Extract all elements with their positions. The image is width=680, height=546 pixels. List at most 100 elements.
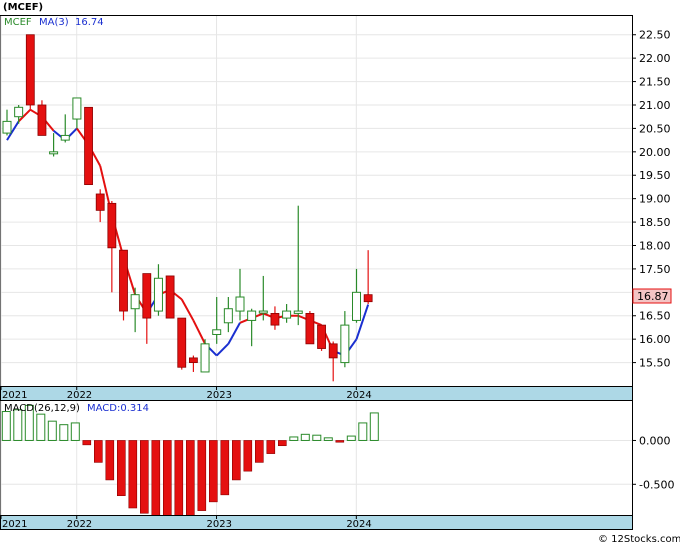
candle-body-down — [119, 249, 128, 312]
macd-bar-positive — [47, 420, 57, 441]
macd-x-tick-label: 2022 — [67, 519, 92, 530]
candle-body-up — [153, 277, 163, 312]
macd-bar-positive — [70, 422, 80, 441]
macd-bar-positive — [300, 433, 310, 441]
price-tag-value: 16.87 — [637, 290, 669, 303]
macd-bar-positive — [13, 409, 23, 441]
price-y-tick-label: 21.00 — [639, 99, 671, 112]
price-y-tick-label: 22.50 — [639, 29, 671, 42]
candle-body-up — [293, 310, 303, 314]
macd-x-tick-label: 2021 — [2, 519, 27, 530]
candle-body-down — [25, 34, 35, 106]
price-y-tick-label: 16.50 — [639, 310, 671, 323]
price-x-tick-label: 2023 — [207, 390, 232, 401]
macd-y-axis: 0.000 -0.500 — [632, 434, 674, 491]
price-y-tick-label: 18.50 — [639, 216, 671, 229]
macd-bar-negative — [255, 440, 264, 463]
price-y-tick-label: 15.50 — [639, 357, 671, 370]
macd-bar-negative — [128, 440, 138, 509]
price-x-tick-label: 2024 — [346, 390, 371, 401]
macd-bar-positive — [323, 437, 333, 441]
candle-body-down — [95, 193, 105, 211]
candle-body-up — [212, 329, 222, 335]
macd-label: MACD(26,12,9) — [4, 403, 80, 414]
price-y-tick-label: 20.50 — [639, 122, 671, 135]
macd-bar-negative — [335, 440, 345, 443]
macd-bar-positive — [36, 413, 46, 441]
watermark: © 12Stocks.com — [598, 534, 680, 545]
macd-y-tick-label: 0.000 — [639, 434, 671, 447]
ma-period-label: MA(3) — [39, 17, 69, 28]
candle-body-up — [352, 291, 361, 321]
macd-y-tick-label: -0.500 — [639, 478, 674, 491]
macd-bar-negative — [151, 440, 161, 517]
candle-body-up — [72, 97, 82, 120]
candle-body-down — [188, 357, 198, 363]
candle-body-down — [37, 104, 47, 136]
ma-value-label: 16.74 — [75, 17, 104, 28]
candle-body-up — [130, 294, 140, 310]
candle-body-up — [49, 151, 59, 155]
candle-body-down — [107, 202, 117, 249]
macd-bar-negative — [220, 440, 230, 496]
price-y-tick-label: 21.50 — [639, 76, 671, 89]
macd-bar-negative — [163, 440, 172, 517]
macd-bar-positive — [1, 411, 11, 441]
candle-body-up — [235, 296, 245, 312]
macd-bar-negative — [94, 440, 103, 463]
macd-x-tick-label: 2024 — [346, 519, 371, 530]
price-date-band — [0, 386, 633, 401]
price-x-tick-label: 2022 — [67, 390, 92, 401]
macd-x-tick-label: 2023 — [207, 519, 232, 530]
candle-body-up — [2, 120, 12, 134]
macd-bar-positive — [312, 434, 322, 441]
price-y-tick-label: 19.00 — [639, 193, 671, 206]
candle-body-up — [258, 310, 268, 314]
candle-body-up — [14, 106, 24, 118]
candle-body-down — [165, 275, 175, 319]
price-y-tick-label: 18.00 — [639, 239, 671, 252]
macd-bar-negative — [232, 440, 241, 481]
candle-body-up — [60, 134, 70, 141]
macd-bar-negative — [243, 440, 253, 472]
candle-body-down — [84, 106, 93, 186]
macd-bar-positive — [346, 435, 356, 441]
price-y-tick-label: 22.00 — [639, 52, 671, 65]
candle-body-down — [270, 313, 280, 326]
macd-bar-positive — [59, 424, 69, 441]
candle-body-down — [142, 273, 152, 319]
price-tag: 16.87 — [632, 288, 672, 304]
chart-canvas: 15.5016.0016.5017.0017.5018.0018.5019.00… — [0, 2, 680, 545]
price-y-tick-label: 20.00 — [639, 146, 671, 159]
candle-body-down — [317, 324, 326, 349]
candle-body-down — [305, 313, 315, 345]
macd-bar-negative — [174, 440, 184, 517]
macd-bar-negative — [140, 440, 149, 514]
macd-bar-negative — [209, 440, 218, 503]
macd-bar-negative — [266, 440, 276, 454]
macd-bar-positive — [358, 422, 368, 441]
candle-body-up — [247, 310, 257, 321]
price-y-tick-label: 19.50 — [639, 169, 671, 182]
ma-ticker-label: MCEF — [4, 17, 32, 28]
candle-body-up — [200, 343, 210, 373]
price-y-tick-label: 17.50 — [639, 263, 671, 276]
candle-body-up — [282, 310, 292, 319]
macd-bar-negative — [117, 440, 126, 497]
macd-value-label: MACD:0.314 — [87, 403, 149, 414]
chart-title: (MCEF) — [3, 2, 43, 13]
price-x-tick-label: 2021 — [2, 390, 27, 401]
macd-bar-negative — [277, 440, 287, 447]
macd-date-band — [0, 515, 633, 530]
candle-body-up — [340, 324, 350, 364]
macd-bar-negative — [197, 440, 207, 511]
candle-body-up — [223, 308, 233, 324]
price-panel-frame — [0, 15, 633, 387]
price-y-axis: 15.5016.0016.5017.0017.5018.0018.5019.00… — [632, 29, 671, 370]
price-y-tick-label: 16.00 — [639, 333, 671, 346]
macd-bar-positive — [369, 412, 379, 441]
macd-bar-negative — [186, 440, 195, 517]
candle-body-down — [177, 317, 187, 368]
candle-body-down — [328, 343, 338, 359]
macd-bar-positive — [289, 436, 299, 441]
